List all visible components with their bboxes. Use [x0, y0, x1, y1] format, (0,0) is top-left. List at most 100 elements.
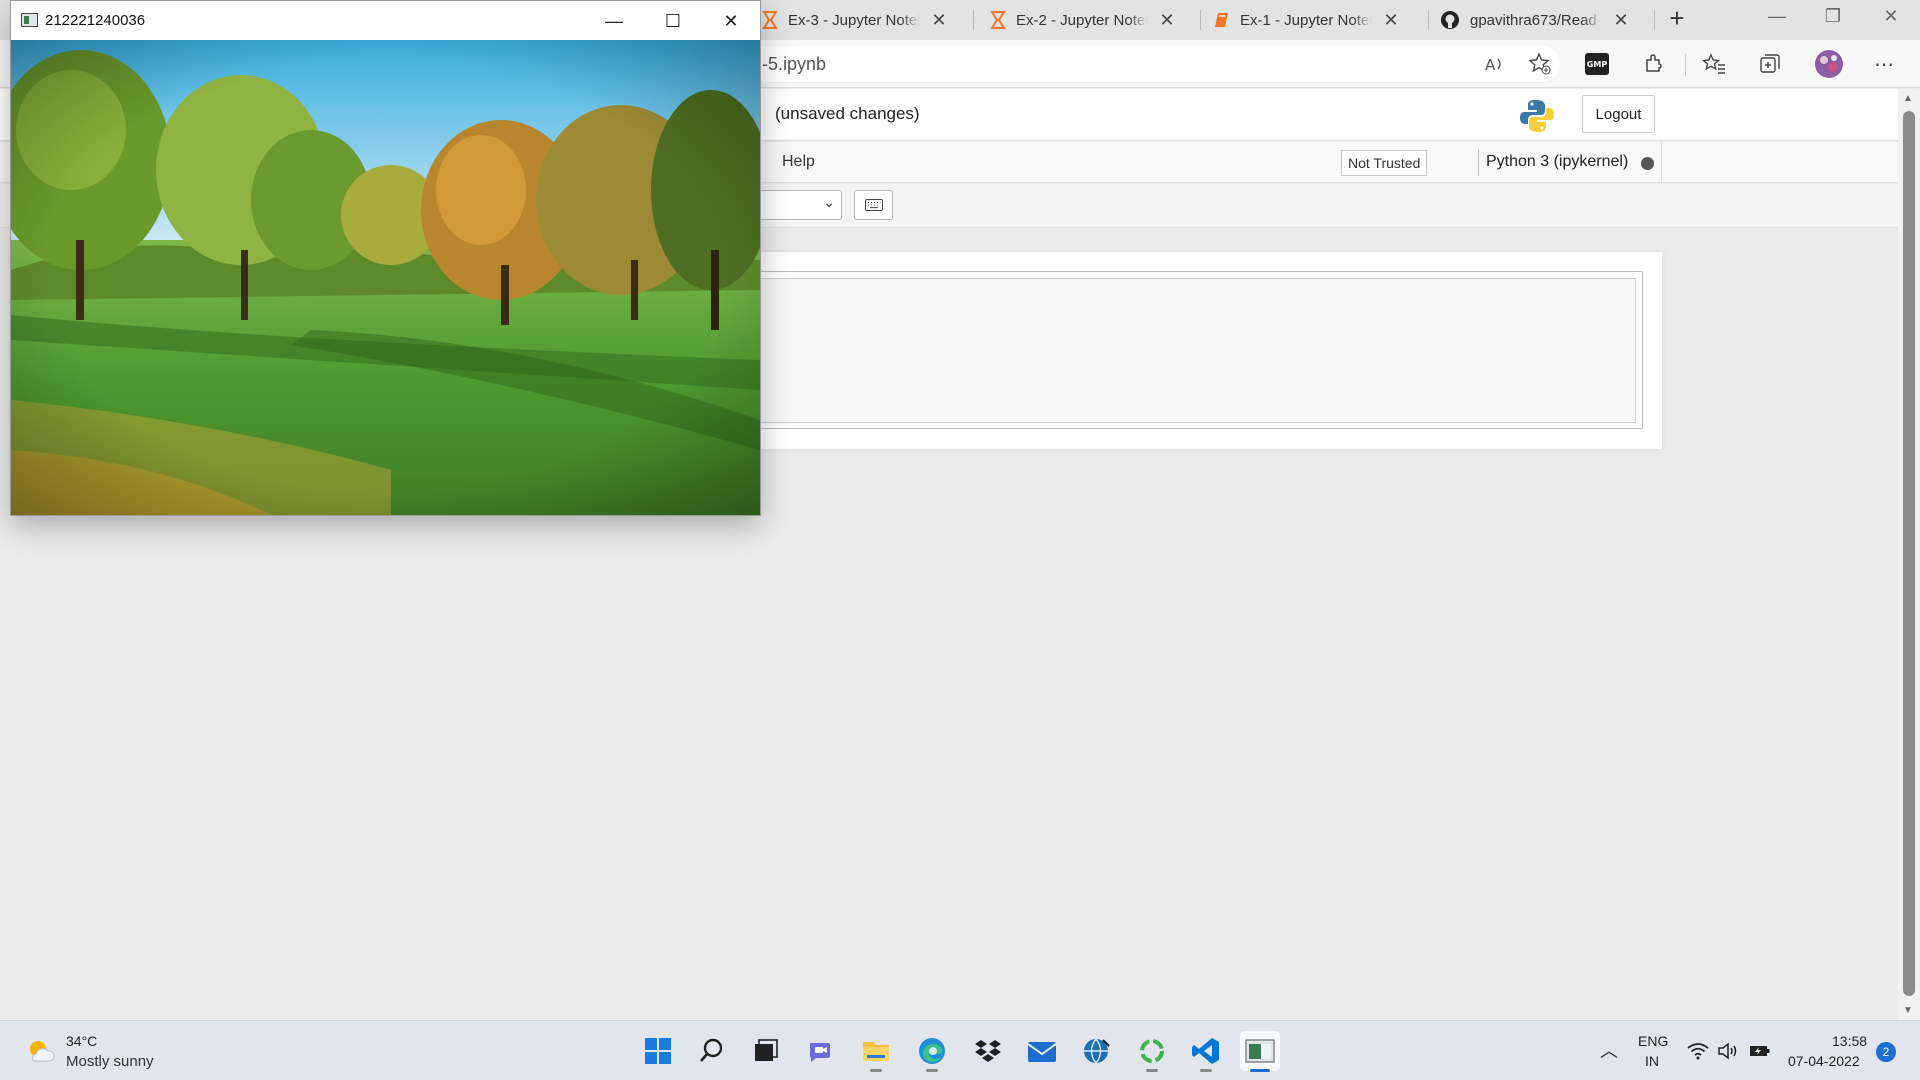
running-indicator [926, 1069, 938, 1072]
image-window-title: 212221240036 [45, 12, 146, 29]
tab-separator [973, 10, 974, 30]
app-icon [21, 13, 38, 27]
dropbox-app[interactable] [968, 1031, 1008, 1071]
menu-help[interactable]: Help [782, 153, 815, 171]
running-indicator [870, 1069, 882, 1072]
menubar-edge [1661, 142, 1662, 183]
image-window-titlebar[interactable]: 212221240036 — ☐ ✕ [11, 1, 760, 40]
tab-close-icon[interactable]: ✕ [1382, 10, 1400, 31]
edge-icon [919, 1038, 945, 1064]
scrollbar-thumb[interactable] [1903, 111, 1915, 996]
extensions-icon[interactable] [1640, 50, 1668, 78]
tab-ex3[interactable]: Ex-3 - Jupyter Noteboo ✕ [762, 4, 948, 36]
svg-text:A: A [1485, 56, 1496, 74]
running-indicator [1200, 1069, 1212, 1072]
weather-sunny-icon[interactable] [26, 1037, 56, 1065]
vscode-icon [1192, 1038, 1219, 1064]
add-favorite-icon[interactable] [1526, 50, 1554, 78]
toolbar-divider [1685, 54, 1686, 76]
collections-icon[interactable] [1756, 50, 1784, 78]
file-explorer-app[interactable] [856, 1031, 896, 1072]
restore-icon[interactable]: ❐ [1818, 6, 1848, 27]
tab-title: Ex-1 - Jupyter Noteboo [1240, 11, 1372, 29]
tab-title: Ex-3 - Jupyter Noteboo [788, 11, 920, 29]
image-window-icon [1245, 1039, 1275, 1063]
cell-input-area[interactable] [740, 278, 1636, 423]
globe-app[interactable] [1076, 1031, 1116, 1071]
scroll-up-icon[interactable]: ▲ [1903, 93, 1913, 104]
focused-indicator [1250, 1069, 1270, 1072]
kernel-name[interactable]: Python 3 (ipykernel) [1486, 153, 1628, 171]
profile-avatar[interactable] [1813, 48, 1845, 80]
running-indicator [1146, 1069, 1158, 1072]
new-tab-button[interactable]: + [1662, 3, 1692, 34]
chat-app[interactable] [800, 1031, 840, 1071]
dropbox-icon [975, 1040, 1001, 1062]
tab-ex2[interactable]: Ex-2 - Jupyter Noteboo ✕ [990, 4, 1176, 36]
taskbar: 34°C Mostly sunny ︿ ENG IN 13:58 07-04-2… [0, 1020, 1920, 1080]
tab-separator [1654, 10, 1655, 30]
kernel-divider [1478, 150, 1479, 176]
circular-arrows-icon [1140, 1039, 1164, 1063]
clock-time[interactable]: 13:58 [1832, 1033, 1867, 1049]
clock-date[interactable]: 07-04-2022 [1788, 1053, 1860, 1069]
edge-browser-app[interactable] [912, 1031, 952, 1072]
jupyter-icon [990, 11, 1006, 29]
input-language[interactable]: ENG [1638, 1033, 1668, 1049]
url-text: -5.ipynb [762, 54, 827, 74]
mail-app[interactable] [1022, 1031, 1062, 1071]
task-view-button[interactable] [746, 1031, 786, 1071]
close-window-icon[interactable]: ✕ [1876, 6, 1906, 27]
input-region[interactable]: IN [1645, 1053, 1659, 1069]
show-hidden-icons-chevron[interactable]: ︿ [1600, 1037, 1618, 1063]
minimize-icon[interactable]: — [594, 7, 634, 35]
search-button[interactable] [692, 1031, 732, 1071]
notification-badge[interactable]: 2 [1876, 1042, 1896, 1062]
save-status: (unsaved changes) [775, 104, 920, 123]
chevron-down-icon: ⌄ [823, 194, 835, 210]
logout-button[interactable]: Logout [1582, 95, 1655, 133]
more-options-icon[interactable]: ⋯ [1870, 50, 1898, 78]
trust-status-button[interactable]: Not Trusted [1341, 150, 1428, 176]
tab-title: Ex-2 - Jupyter Noteboo [1016, 11, 1148, 29]
url-field[interactable]: -5.ipynb [740, 46, 1560, 82]
weather-description[interactable]: Mostly sunny [66, 1053, 154, 1070]
python-logo-icon [1520, 100, 1554, 132]
close-icon[interactable]: ✕ [711, 7, 751, 35]
weather-temperature[interactable]: 34°C [66, 1033, 97, 1049]
jupyter-icon [762, 11, 778, 29]
tab-close-icon[interactable]: ✕ [930, 10, 948, 31]
windows-logo-icon [645, 1038, 671, 1064]
tab-separator [1428, 10, 1429, 30]
kernel-status-indicator [1641, 157, 1654, 170]
sync-app[interactable] [1132, 1031, 1172, 1072]
page-scrollbar[interactable]: ▲ ▼ [1898, 89, 1920, 1020]
mail-icon [1027, 1042, 1057, 1062]
start-button[interactable] [638, 1031, 678, 1071]
wifi-icon[interactable] [1686, 1039, 1710, 1063]
globe-icon [1084, 1038, 1110, 1064]
tab-close-icon[interactable]: ✕ [1158, 10, 1176, 31]
volume-icon[interactable] [1716, 1039, 1740, 1063]
tab-separator [1200, 10, 1201, 30]
task-view-icon [755, 1039, 778, 1061]
vscode-app[interactable] [1186, 1031, 1226, 1072]
landscape-photo [11, 40, 760, 515]
read-aloud-icon[interactable]: A [1480, 50, 1508, 78]
keyboard-icon [864, 199, 883, 211]
image-viewer-window: 212221240036 — ☐ ✕ [10, 0, 761, 516]
maximize-icon[interactable]: ☐ [653, 7, 693, 35]
command-palette-button[interactable] [854, 190, 893, 220]
tab-ex1[interactable]: Ex-1 - Jupyter Noteboo ✕ [1214, 4, 1400, 36]
favorites-icon[interactable] [1700, 50, 1728, 78]
image-viewer-app[interactable] [1240, 1031, 1280, 1072]
tab-close-icon[interactable]: ✕ [1612, 10, 1630, 31]
battery-charging-icon[interactable] [1748, 1039, 1772, 1063]
tab-github[interactable]: gpavithra673/Read-an ✕ [1440, 4, 1630, 36]
minimize-icon[interactable]: — [1762, 6, 1792, 27]
notebook-icon [1215, 13, 1228, 27]
scroll-down-icon[interactable]: ▼ [1903, 1005, 1913, 1016]
github-icon [1441, 11, 1459, 29]
gmp-label: GMP [1585, 53, 1609, 75]
gmp-extension-icon[interactable]: GMP [1583, 50, 1611, 78]
